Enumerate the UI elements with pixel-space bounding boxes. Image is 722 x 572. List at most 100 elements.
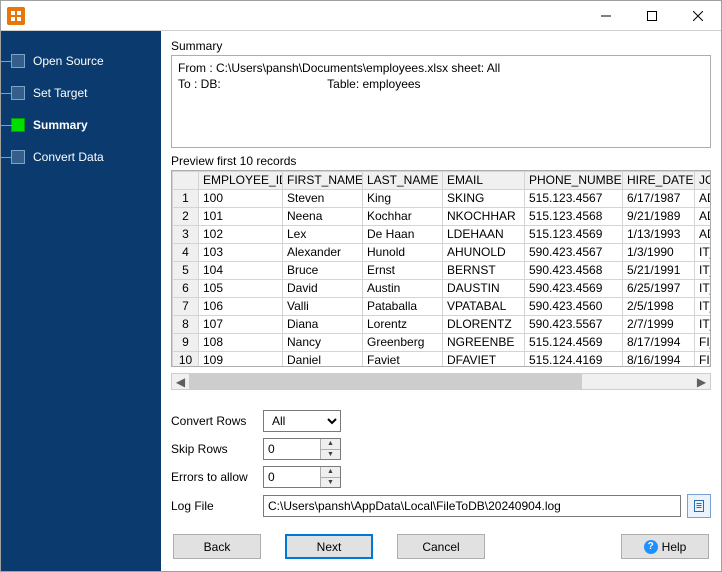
- table-cell: Nancy: [283, 333, 363, 351]
- step-open-source[interactable]: Open Source: [11, 47, 161, 75]
- table-cell: DFAVIET: [443, 351, 525, 367]
- table-cell: Lorentz: [363, 315, 443, 333]
- spinner-up-icon[interactable]: ▲: [321, 467, 340, 478]
- table-cell: 515.124.4169: [525, 351, 623, 367]
- options-form: Convert Rows All Skip Rows ▲▼ Errors to …: [171, 404, 711, 524]
- scroll-left-icon[interactable]: ◀: [172, 374, 189, 389]
- table-row[interactable]: 6105DavidAustinDAUSTIN590.423.45696/25/1…: [173, 279, 712, 297]
- help-button-label: Help: [662, 540, 687, 554]
- step-convert-data[interactable]: Convert Data: [11, 143, 161, 171]
- cancel-button[interactable]: Cancel: [397, 534, 485, 559]
- column-header[interactable]: FIRST_NAME: [283, 171, 363, 189]
- table-cell: 590.423.5567: [525, 315, 623, 333]
- table-row[interactable]: 1100StevenKingSKING515.123.45676/17/1987…: [173, 189, 712, 207]
- table-cell: IT_P: [695, 297, 712, 315]
- table-row[interactable]: 9108NancyGreenbergNGREENBE515.124.45698/…: [173, 333, 712, 351]
- column-header[interactable]: LAST_NAME: [363, 171, 443, 189]
- scrollbar-thumb[interactable]: [189, 374, 582, 389]
- table-cell: 7: [173, 297, 199, 315]
- table-cell: NGREENBE: [443, 333, 525, 351]
- spinner-down-icon[interactable]: ▼: [321, 450, 340, 460]
- help-button[interactable]: ? Help: [621, 534, 709, 559]
- table-cell: 105: [199, 279, 283, 297]
- scroll-right-icon[interactable]: ▶: [693, 374, 710, 389]
- errors-allow-input[interactable]: [264, 467, 320, 487]
- table-row[interactable]: 8107DianaLorentzDLORENTZ590.423.55672/7/…: [173, 315, 712, 333]
- table-row[interactable]: 2101NeenaKochharNKOCHHAR515.123.45689/21…: [173, 207, 712, 225]
- table-cell: 1: [173, 189, 199, 207]
- step-box-icon: [11, 150, 25, 164]
- summary-from-line: From : C:\Users\pansh\Documents\employee…: [178, 60, 704, 76]
- preview-grid[interactable]: EMPLOYEE_IDFIRST_NAMELAST_NAMEEMAILPHONE…: [171, 170, 711, 367]
- table-cell: IT_P: [695, 315, 712, 333]
- table-cell: 515.123.4567: [525, 189, 623, 207]
- step-box-icon: [11, 118, 25, 132]
- log-file-input[interactable]: [263, 495, 681, 517]
- table-cell: Kochhar: [363, 207, 443, 225]
- table-cell: 10: [173, 351, 199, 367]
- spinner-up-icon[interactable]: ▲: [321, 439, 340, 450]
- summary-to-line: To : DB: Table: employees: [178, 76, 704, 92]
- table-row[interactable]: 4103AlexanderHunoldAHUNOLD590.423.45671/…: [173, 243, 712, 261]
- table-cell: 106: [199, 297, 283, 315]
- convert-rows-label: Convert Rows: [171, 414, 263, 428]
- column-header[interactable]: JOB: [695, 171, 712, 189]
- table-cell: 8/16/1994: [623, 351, 695, 367]
- horizontal-scrollbar[interactable]: ◀ ▶: [171, 373, 711, 390]
- table-cell: Steven: [283, 189, 363, 207]
- table-cell: 6/17/1987: [623, 189, 695, 207]
- table-cell: Faviet: [363, 351, 443, 367]
- table-cell: Greenberg: [363, 333, 443, 351]
- close-button[interactable]: [675, 1, 721, 31]
- step-label: Summary: [33, 118, 88, 132]
- minimize-button[interactable]: [583, 1, 629, 31]
- maximize-button[interactable]: [629, 1, 675, 31]
- column-header[interactable]: PHONE_NUMBER: [525, 171, 623, 189]
- table-cell: 515.123.4569: [525, 225, 623, 243]
- column-header[interactable]: [173, 171, 199, 189]
- table-cell: 108: [199, 333, 283, 351]
- summary-heading: Summary: [171, 39, 711, 53]
- browse-log-file-button[interactable]: [687, 494, 711, 518]
- spinner-down-icon[interactable]: ▼: [321, 478, 340, 488]
- table-cell: AD_: [695, 189, 712, 207]
- log-file-label: Log File: [171, 499, 263, 513]
- table-cell: Alexander: [283, 243, 363, 261]
- table-row[interactable]: 10109DanielFavietDFAVIET515.124.41698/16…: [173, 351, 712, 367]
- table-cell: 590.423.4569: [525, 279, 623, 297]
- back-button[interactable]: Back: [173, 534, 261, 559]
- step-summary[interactable]: Summary: [11, 111, 161, 139]
- table-cell: 590.423.4560: [525, 297, 623, 315]
- step-label: Set Target: [33, 86, 87, 100]
- table-cell: 8: [173, 315, 199, 333]
- table-cell: 5: [173, 261, 199, 279]
- table-cell: DLORENTZ: [443, 315, 525, 333]
- grid-header-row: EMPLOYEE_IDFIRST_NAMELAST_NAMEEMAILPHONE…: [173, 171, 712, 189]
- summary-text-box: From : C:\Users\pansh\Documents\employee…: [171, 55, 711, 148]
- skip-rows-input[interactable]: [264, 439, 320, 459]
- skip-rows-spinner[interactable]: ▲▼: [263, 438, 341, 460]
- table-cell: 3: [173, 225, 199, 243]
- table-cell: 1/3/1990: [623, 243, 695, 261]
- column-header[interactable]: EMPLOYEE_ID: [199, 171, 283, 189]
- next-button[interactable]: Next: [285, 534, 373, 559]
- titlebar: [1, 1, 721, 31]
- table-cell: 2/7/1999: [623, 315, 695, 333]
- column-header[interactable]: EMAIL: [443, 171, 525, 189]
- table-cell: VPATABAL: [443, 297, 525, 315]
- convert-rows-select[interactable]: All: [263, 410, 341, 432]
- table-cell: 101: [199, 207, 283, 225]
- table-cell: DAUSTIN: [443, 279, 525, 297]
- wizard-window: Open Source Set Target Summary Convert D…: [0, 0, 722, 572]
- table-cell: 102: [199, 225, 283, 243]
- column-header[interactable]: HIRE_DATE: [623, 171, 695, 189]
- table-cell: 8/17/1994: [623, 333, 695, 351]
- table-row[interactable]: 5104BruceErnstBERNST590.423.45685/21/199…: [173, 261, 712, 279]
- step-set-target[interactable]: Set Target: [11, 79, 161, 107]
- table-cell: 515.124.4569: [525, 333, 623, 351]
- table-row[interactable]: 7106ValliPataballaVPATABAL590.423.45602/…: [173, 297, 712, 315]
- table-row[interactable]: 3102LexDe HaanLDEHAAN515.123.45691/13/19…: [173, 225, 712, 243]
- table-cell: Bruce: [283, 261, 363, 279]
- table-cell: 9: [173, 333, 199, 351]
- errors-allow-spinner[interactable]: ▲▼: [263, 466, 341, 488]
